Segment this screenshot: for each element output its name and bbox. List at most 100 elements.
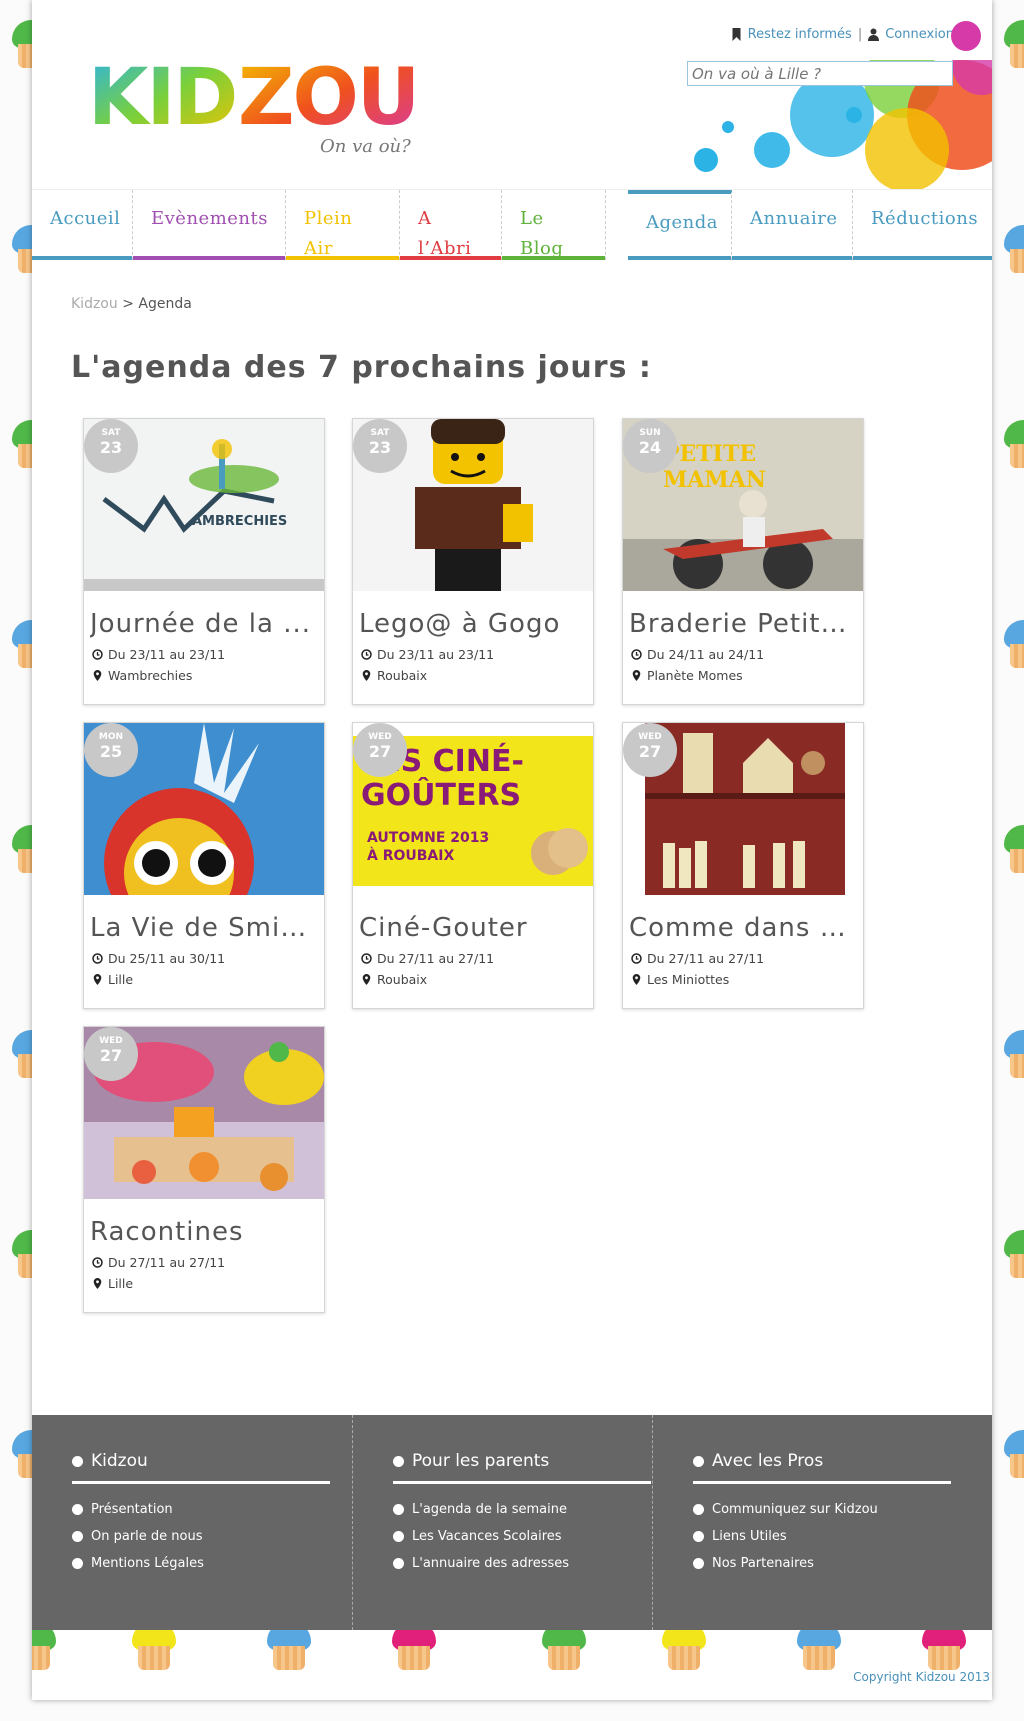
bullet-icon <box>693 1531 704 1542</box>
nav-item-accueil[interactable]: Accueil <box>32 190 133 260</box>
nav-underline <box>400 256 501 260</box>
nav-item-annuaire[interactable]: Annuaire <box>732 190 853 260</box>
event-title[interactable]: Racontines <box>90 1217 320 1247</box>
event-dates-text: Du 27/11 au 27/11 <box>647 951 765 966</box>
date-day-name: SAT <box>370 428 390 438</box>
date-day-number: 27 <box>638 742 662 761</box>
footer-link[interactable]: Communiquez sur Kidzou <box>693 1496 992 1523</box>
kidzou-logo[interactable]: KID ZOU On va où? <box>88 52 418 162</box>
footer-link[interactable]: Nos Partenaires <box>693 1550 992 1577</box>
event-title[interactable]: Lego@ à Gogo <box>359 609 589 639</box>
footer-column-title: Pour les parents <box>393 1451 651 1484</box>
separator: | <box>857 27 863 42</box>
date-badge: SUN 24 <box>623 419 677 473</box>
footer-link-label: L'annuaire des adresses <box>412 1556 570 1571</box>
date-day-number: 25 <box>99 742 123 761</box>
breadcrumb: Kidzou > Agenda <box>71 296 192 312</box>
footer-link[interactable]: Les Vacances Scolaires <box>393 1523 652 1550</box>
nav-item-plein-air[interactable]: Plein Air <box>286 190 400 260</box>
date-day-number: 27 <box>368 742 392 761</box>
footer-column-kidzou: Kidzou Présentation On parle de nous Men… <box>32 1415 352 1630</box>
bullet-icon <box>693 1455 704 1467</box>
clock-icon <box>92 953 103 964</box>
clock-icon <box>92 649 103 660</box>
nav-item-reductions[interactable]: Réductions <box>853 190 992 260</box>
footer-title-text: Avec les Pros <box>712 1451 824 1471</box>
copyright: Copyright Kidzou 2013 <box>853 1670 990 1684</box>
bullet-icon <box>72 1455 83 1467</box>
event-card[interactable]: WED 27 Comme dans u... Du 27/11 au 27/11… <box>622 722 864 1009</box>
footer-link[interactable]: Liens Utiles <box>693 1523 992 1550</box>
event-title[interactable]: Comme dans u... <box>629 913 859 943</box>
event-card[interactable]: LES CINÉ-GOÛTERS AUTOMNE 2013 À ROUBAIX … <box>352 722 594 1009</box>
bullet-icon <box>72 1558 83 1569</box>
bullet-icon <box>72 1531 83 1542</box>
svg-text:KID: KID <box>88 53 236 143</box>
event-place-text: Planète Momes <box>647 668 743 683</box>
bookmark-icon <box>732 28 741 41</box>
footer-link-label: Mentions Légales <box>91 1556 204 1571</box>
nav-label: Le Blog <box>520 208 564 259</box>
svg-text:ZOU: ZOU <box>238 53 418 143</box>
nav-underline <box>628 256 731 260</box>
event-card[interactable]: AMBRECHIES SAT 23 Journée de la ... Du 2… <box>83 418 325 705</box>
nav-item-a-labri[interactable]: A l’Abri <box>400 190 502 260</box>
date-badge: SAT 23 <box>84 419 138 473</box>
clock-icon <box>631 953 642 964</box>
footer-link[interactable]: Présentation <box>72 1496 352 1523</box>
event-place: Lille <box>92 972 133 987</box>
event-card[interactable]: PETITE MAMAN SUN 24 Braderie Petite... D… <box>622 418 864 705</box>
event-title[interactable]: Ciné-Gouter <box>359 913 589 943</box>
event-dates: Du 27/11 au 27/11 <box>361 951 494 966</box>
clock-icon <box>92 1257 103 1268</box>
nav-item-evenements[interactable]: Evènements <box>133 190 286 260</box>
footer-links: Présentation On parle de nous Mentions L… <box>72 1496 352 1577</box>
event-card[interactable]: WED 27 Racontines Du 27/11 au 27/11 Lill… <box>83 1026 325 1313</box>
footer-link[interactable]: Mentions Légales <box>72 1550 352 1577</box>
date-day-number: 23 <box>368 438 392 457</box>
event-title[interactable]: La Vie de Smis... <box>90 913 320 943</box>
event-title[interactable]: Braderie Petite... <box>629 609 859 639</box>
event-dates: Du 27/11 au 27/11 <box>631 951 764 966</box>
map-marker-icon <box>362 974 371 985</box>
footer-column-title: Avec les Pros <box>693 1451 951 1484</box>
breadcrumb-current: Agenda <box>138 296 192 312</box>
clock-icon <box>361 953 372 964</box>
nav-label: Plein Air <box>304 208 353 259</box>
svg-text:On va où?: On va où? <box>320 136 411 157</box>
event-dates-text: Du 25/11 au 30/11 <box>108 951 226 966</box>
search-input[interactable] <box>687 61 953 86</box>
nav-item-le-blog[interactable]: Le Blog <box>502 190 606 260</box>
stay-informed-link[interactable]: Restez informés <box>748 27 852 42</box>
event-place: Roubaix <box>361 668 427 683</box>
event-dates-text: Du 27/11 au 27/11 <box>377 951 495 966</box>
event-card[interactable]: SAT 23 Lego@ à Gogo Du 23/11 au 23/11 Ro… <box>352 418 594 705</box>
event-card[interactable]: MON 25 La Vie de Smis... Du 25/11 au 30/… <box>83 722 325 1009</box>
event-dates: Du 23/11 au 23/11 <box>361 647 494 662</box>
event-place-text: Wambrechies <box>108 668 193 683</box>
nav-item-agenda[interactable]: Agenda <box>628 190 732 260</box>
site-footer: Kidzou Présentation On parle de nous Men… <box>32 1415 992 1630</box>
footer-link-label: On parle de nous <box>91 1529 203 1544</box>
map-marker-icon <box>93 974 102 985</box>
event-place: Les Miniottes <box>631 972 729 987</box>
login-link[interactable]: Connexion <box>885 27 954 42</box>
event-image-text: PETITE MAMAN <box>663 441 766 493</box>
site-header: KID ZOU On va où? Restez informés | Conn… <box>32 0 992 190</box>
map-marker-icon <box>632 974 641 985</box>
footer-link-label: Les Vacances Scolaires <box>412 1529 562 1544</box>
footer-link[interactable]: L'annuaire des adresses <box>393 1550 652 1577</box>
nav-label: Réductions <box>871 208 979 229</box>
footer-link-label: Communiquez sur Kidzou <box>712 1502 878 1517</box>
bullet-icon <box>72 1504 83 1515</box>
breadcrumb-home-link[interactable]: Kidzou <box>71 296 118 312</box>
event-title[interactable]: Journée de la ... <box>90 609 320 639</box>
date-day-number: 24 <box>638 438 662 457</box>
date-day-name: WED <box>99 1036 123 1046</box>
event-dates-text: Du 27/11 au 27/11 <box>108 1255 226 1270</box>
footer-link[interactable]: On parle de nous <box>72 1523 352 1550</box>
event-dates-text: Du 23/11 au 23/11 <box>377 647 495 662</box>
bullet-icon <box>693 1504 704 1515</box>
event-dates: Du 27/11 au 27/11 <box>92 1255 225 1270</box>
footer-link[interactable]: L'agenda de la semaine <box>393 1496 652 1523</box>
